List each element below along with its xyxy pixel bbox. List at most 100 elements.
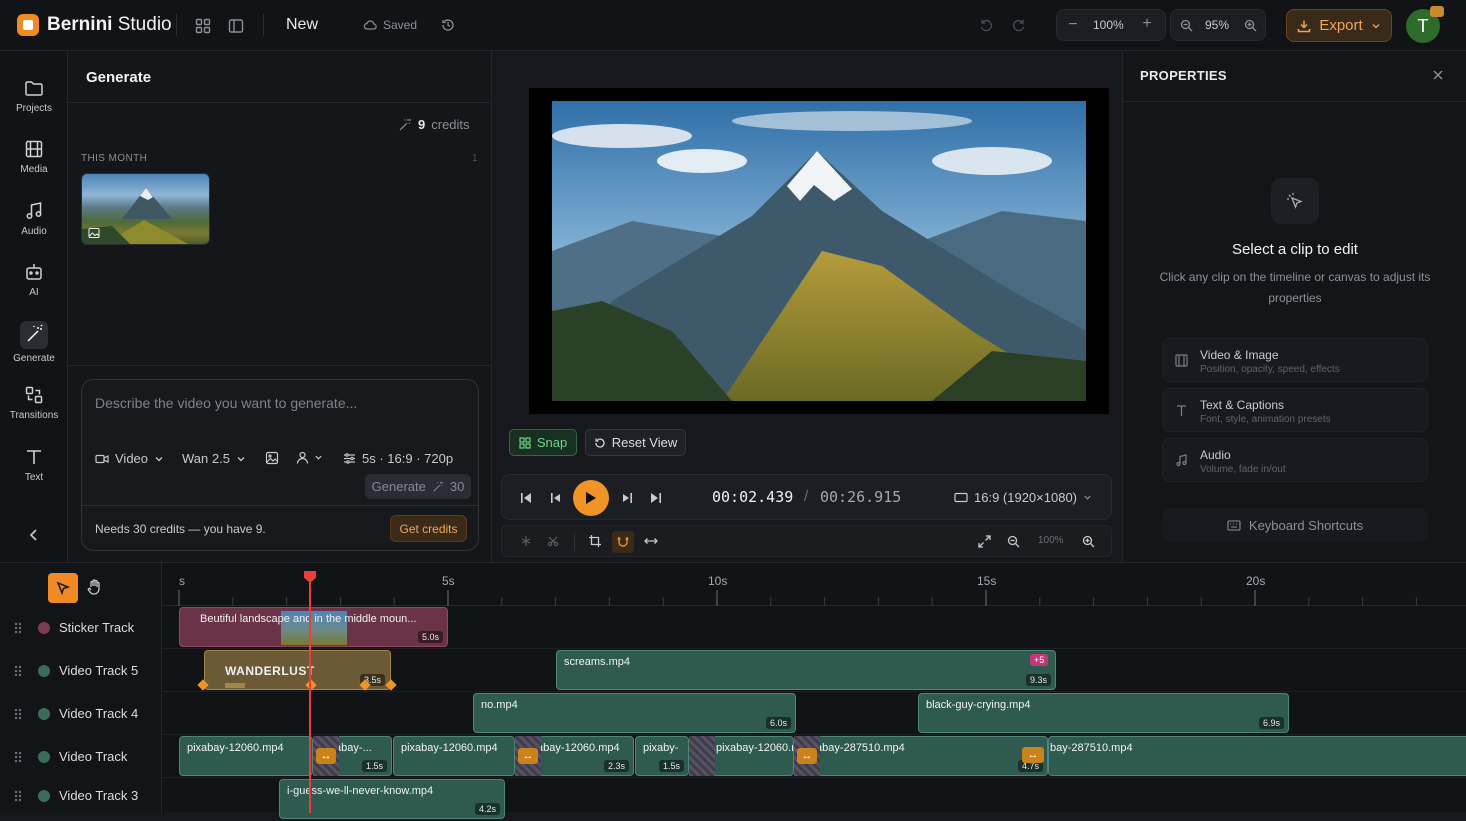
character-select[interactable] (296, 451, 323, 464)
track-header[interactable]: Video Track 5 (0, 649, 162, 692)
transition-marker[interactable]: ↔ (794, 736, 820, 776)
magnet-toggle[interactable] (612, 531, 634, 553)
rail-item-ai[interactable]: AI (0, 261, 68, 298)
type-select[interactable]: Video (95, 451, 164, 466)
time-ruler[interactable]: s 5s 10s 15s 20s (162, 563, 1466, 606)
image-upload-icon[interactable] (265, 451, 279, 468)
card-title: Audio (1200, 448, 1231, 462)
no-clip[interactable]: no.mp4 6.0s (473, 693, 796, 733)
crop-icon[interactable] (588, 534, 602, 548)
playhead[interactable] (309, 577, 311, 813)
text-captions-card[interactable]: Text & Captions Font, style, animation p… (1162, 388, 1428, 432)
track-header[interactable]: Video Track (0, 735, 162, 778)
preview-zoom-out-icon[interactable] (1007, 535, 1020, 548)
track-name: Video Track (59, 749, 128, 764)
zoom-out-button[interactable]: − (1065, 16, 1081, 33)
effects-badge[interactable]: +5 (1030, 654, 1049, 666)
credits-warning: Needs 30 credits — you have 9. (95, 522, 266, 536)
rail-item-transitions[interactable]: Transitions (0, 384, 68, 421)
clip-label: pixabay-12060.mp4 (401, 742, 498, 754)
video-clip[interactable]: bay-287510.mp4 (1048, 736, 1466, 776)
redo-icon[interactable] (1011, 17, 1027, 33)
track-header[interactable]: Video Track 3 (0, 778, 162, 813)
zoom-in-button[interactable]: + (1139, 15, 1155, 32)
drag-handle-icon[interactable] (14, 664, 22, 677)
settings-select[interactable]: 5s · 16:9 · 720p (343, 451, 453, 466)
cloud-icon (363, 20, 377, 30)
transition-icon[interactable]: ↔ (1022, 747, 1044, 763)
close-icon[interactable] (1432, 69, 1444, 81)
drag-handle-icon[interactable] (14, 621, 22, 634)
aspect-ratio-select[interactable]: 16:9 (1920×1080) (954, 490, 1092, 505)
skip-end-icon[interactable] (650, 492, 662, 504)
track-header[interactable]: Sticker Track (0, 606, 162, 649)
step-back-icon[interactable] (550, 492, 562, 504)
model-select[interactable]: Wan 2.5 (182, 451, 246, 466)
rail-item-text[interactable]: Text (0, 446, 68, 483)
video-clip[interactable]: pixabay-12060.mp4 (179, 736, 313, 776)
left-rail: Projects Media Audio AI Generate Transit… (0, 51, 68, 562)
grid-icon (519, 436, 531, 449)
clip-duration: 1.5s (361, 760, 387, 772)
timeline-zoom-value: 95% (1205, 18, 1230, 32)
step-forward-icon[interactable] (621, 492, 633, 504)
generated-thumbnail[interactable] (81, 173, 210, 245)
rail-item-media[interactable]: Media (0, 138, 68, 175)
rail-item-audio[interactable]: Audio (0, 200, 68, 237)
reset-view-button[interactable]: Reset View (585, 429, 686, 456)
history-icon[interactable] (440, 17, 456, 33)
sparkles-icon (399, 118, 411, 130)
sticker-clip[interactable]: Beutiful landscape and in the middle mou… (179, 607, 448, 647)
prompt-input[interactable]: Describe the video you want to generate.… (95, 395, 357, 411)
preview-image[interactable] (552, 101, 1086, 401)
folder-icon (25, 81, 43, 96)
aspect-icon (954, 492, 968, 503)
video-clip[interactable]: pixabay-287510.mp4 4.7s (794, 736, 1048, 776)
snap-toggle[interactable]: Snap (509, 429, 577, 456)
audio-card[interactable]: Audio Volume, fade in/out (1162, 438, 1428, 482)
skip-start-icon[interactable] (520, 492, 532, 504)
grid-view-icon[interactable] (194, 17, 212, 35)
track-header[interactable]: Video Track 4 (0, 692, 162, 735)
panel-title: Generate (86, 69, 152, 86)
canvas-frame[interactable] (529, 88, 1109, 414)
zoom-in-icon[interactable] (1243, 18, 1257, 32)
video-image-card[interactable]: Video & Image Position, opacity, speed, … (1162, 338, 1428, 382)
canvas-zoom-value: 100% (1093, 18, 1124, 32)
i-guess-clip[interactable]: i-guess-we-ll-never-know.mp4 4.2s (279, 779, 505, 819)
transition-marker[interactable]: ↔ (515, 736, 541, 776)
drag-handle-icon[interactable] (14, 789, 22, 802)
hand-tool-button[interactable] (86, 578, 104, 599)
zoom-out-icon[interactable] (1179, 18, 1193, 32)
project-name[interactable]: New (286, 16, 318, 34)
rail-item-generate[interactable]: Generate (0, 321, 68, 364)
screams-clip[interactable]: screams.mp4 +5 9.3s (556, 650, 1056, 690)
play-button[interactable] (573, 480, 609, 516)
split-icon[interactable] (520, 535, 532, 547)
keyboard-shortcuts-button[interactable]: Keyboard Shortcuts (1162, 508, 1428, 542)
scissors-icon[interactable] (547, 535, 559, 547)
drag-handle-icon[interactable] (14, 750, 22, 763)
transition-marker[interactable]: ↔ (313, 736, 339, 776)
export-button[interactable]: Export (1286, 9, 1392, 42)
get-credits-button[interactable]: Get credits (390, 515, 467, 542)
video-clip[interactable]: pixaby- 1.5s (635, 736, 689, 776)
video-clip[interactable]: pixabay-12060.mp4 (393, 736, 515, 776)
card-title: Text & Captions (1200, 398, 1285, 412)
rail-item-projects[interactable]: Projects (0, 77, 68, 114)
canvas-zoom-control: − 100% + (1056, 9, 1166, 41)
undo-icon[interactable] (978, 17, 994, 33)
reset-icon (595, 437, 605, 448)
black-guy-crying-clip[interactable]: black-guy-crying.mp4 6.9s (918, 693, 1289, 733)
select-tool-button[interactable] (48, 573, 78, 603)
collapse-rail-icon[interactable] (26, 527, 42, 543)
preview-area: Snap Reset View 00:02.439 / 00:26.915 16… (492, 51, 1122, 562)
sidebar-toggle-icon[interactable] (227, 17, 245, 35)
fullscreen-icon[interactable] (978, 535, 991, 548)
generate-button[interactable]: Generate 30 (365, 474, 471, 499)
preview-zoom-in-icon[interactable] (1082, 535, 1095, 548)
transition-icon: ↔ (518, 748, 538, 764)
drag-handle-icon[interactable] (14, 707, 22, 720)
fit-width-icon[interactable] (644, 535, 658, 547)
sliders-icon (344, 453, 355, 464)
